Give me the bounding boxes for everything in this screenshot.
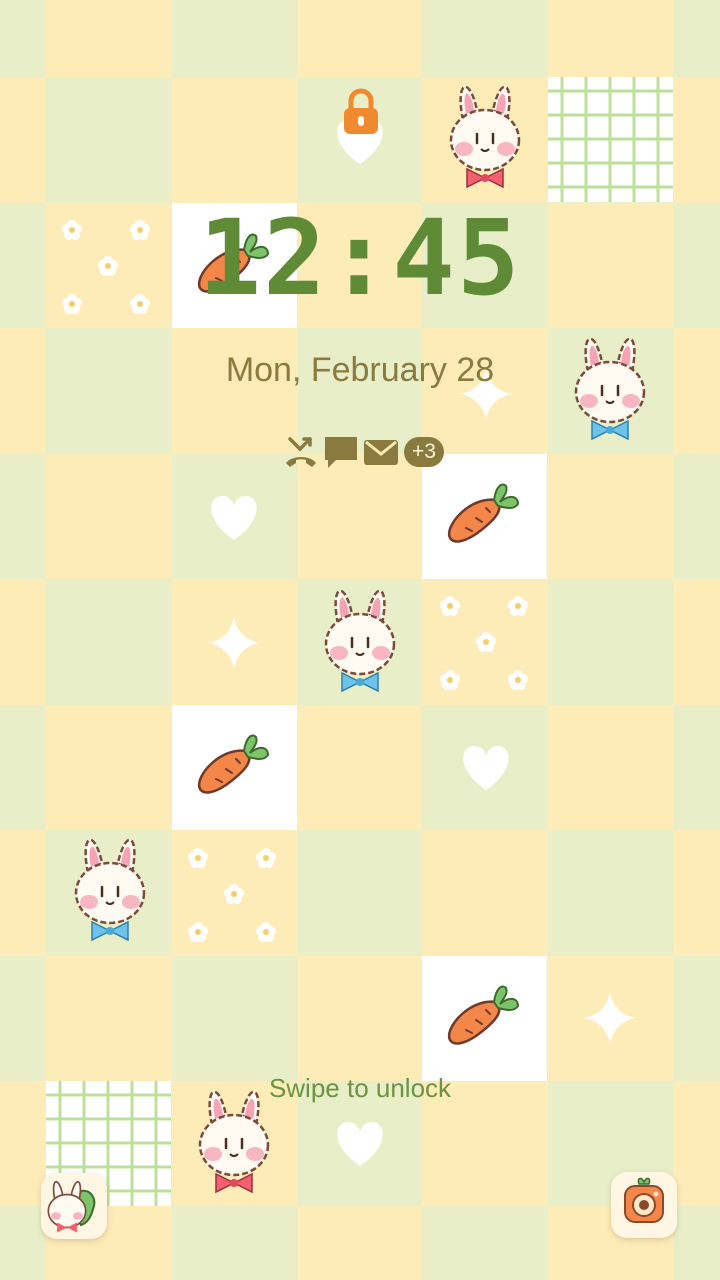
phone-icon: [47, 1181, 96, 1233]
notification-icons[interactable]: +3: [282, 432, 444, 472]
camera-shortcut-button[interactable]: [611, 1172, 677, 1238]
missed-call-icon: [286, 437, 316, 467]
clock-time: 12:45: [198, 197, 522, 319]
more-notifications-badge: +3: [404, 437, 444, 467]
date-label: Mon, February 28: [225, 351, 495, 389]
phone-shortcut-button[interactable]: [41, 1173, 107, 1239]
mail-icon: [364, 440, 398, 465]
camera-icon: [624, 1177, 664, 1223]
lock-icon[interactable]: [333, 88, 389, 162]
swipe-to-unlock-hint: Swipe to unlock: [268, 1073, 452, 1103]
message-icon: [325, 437, 357, 468]
